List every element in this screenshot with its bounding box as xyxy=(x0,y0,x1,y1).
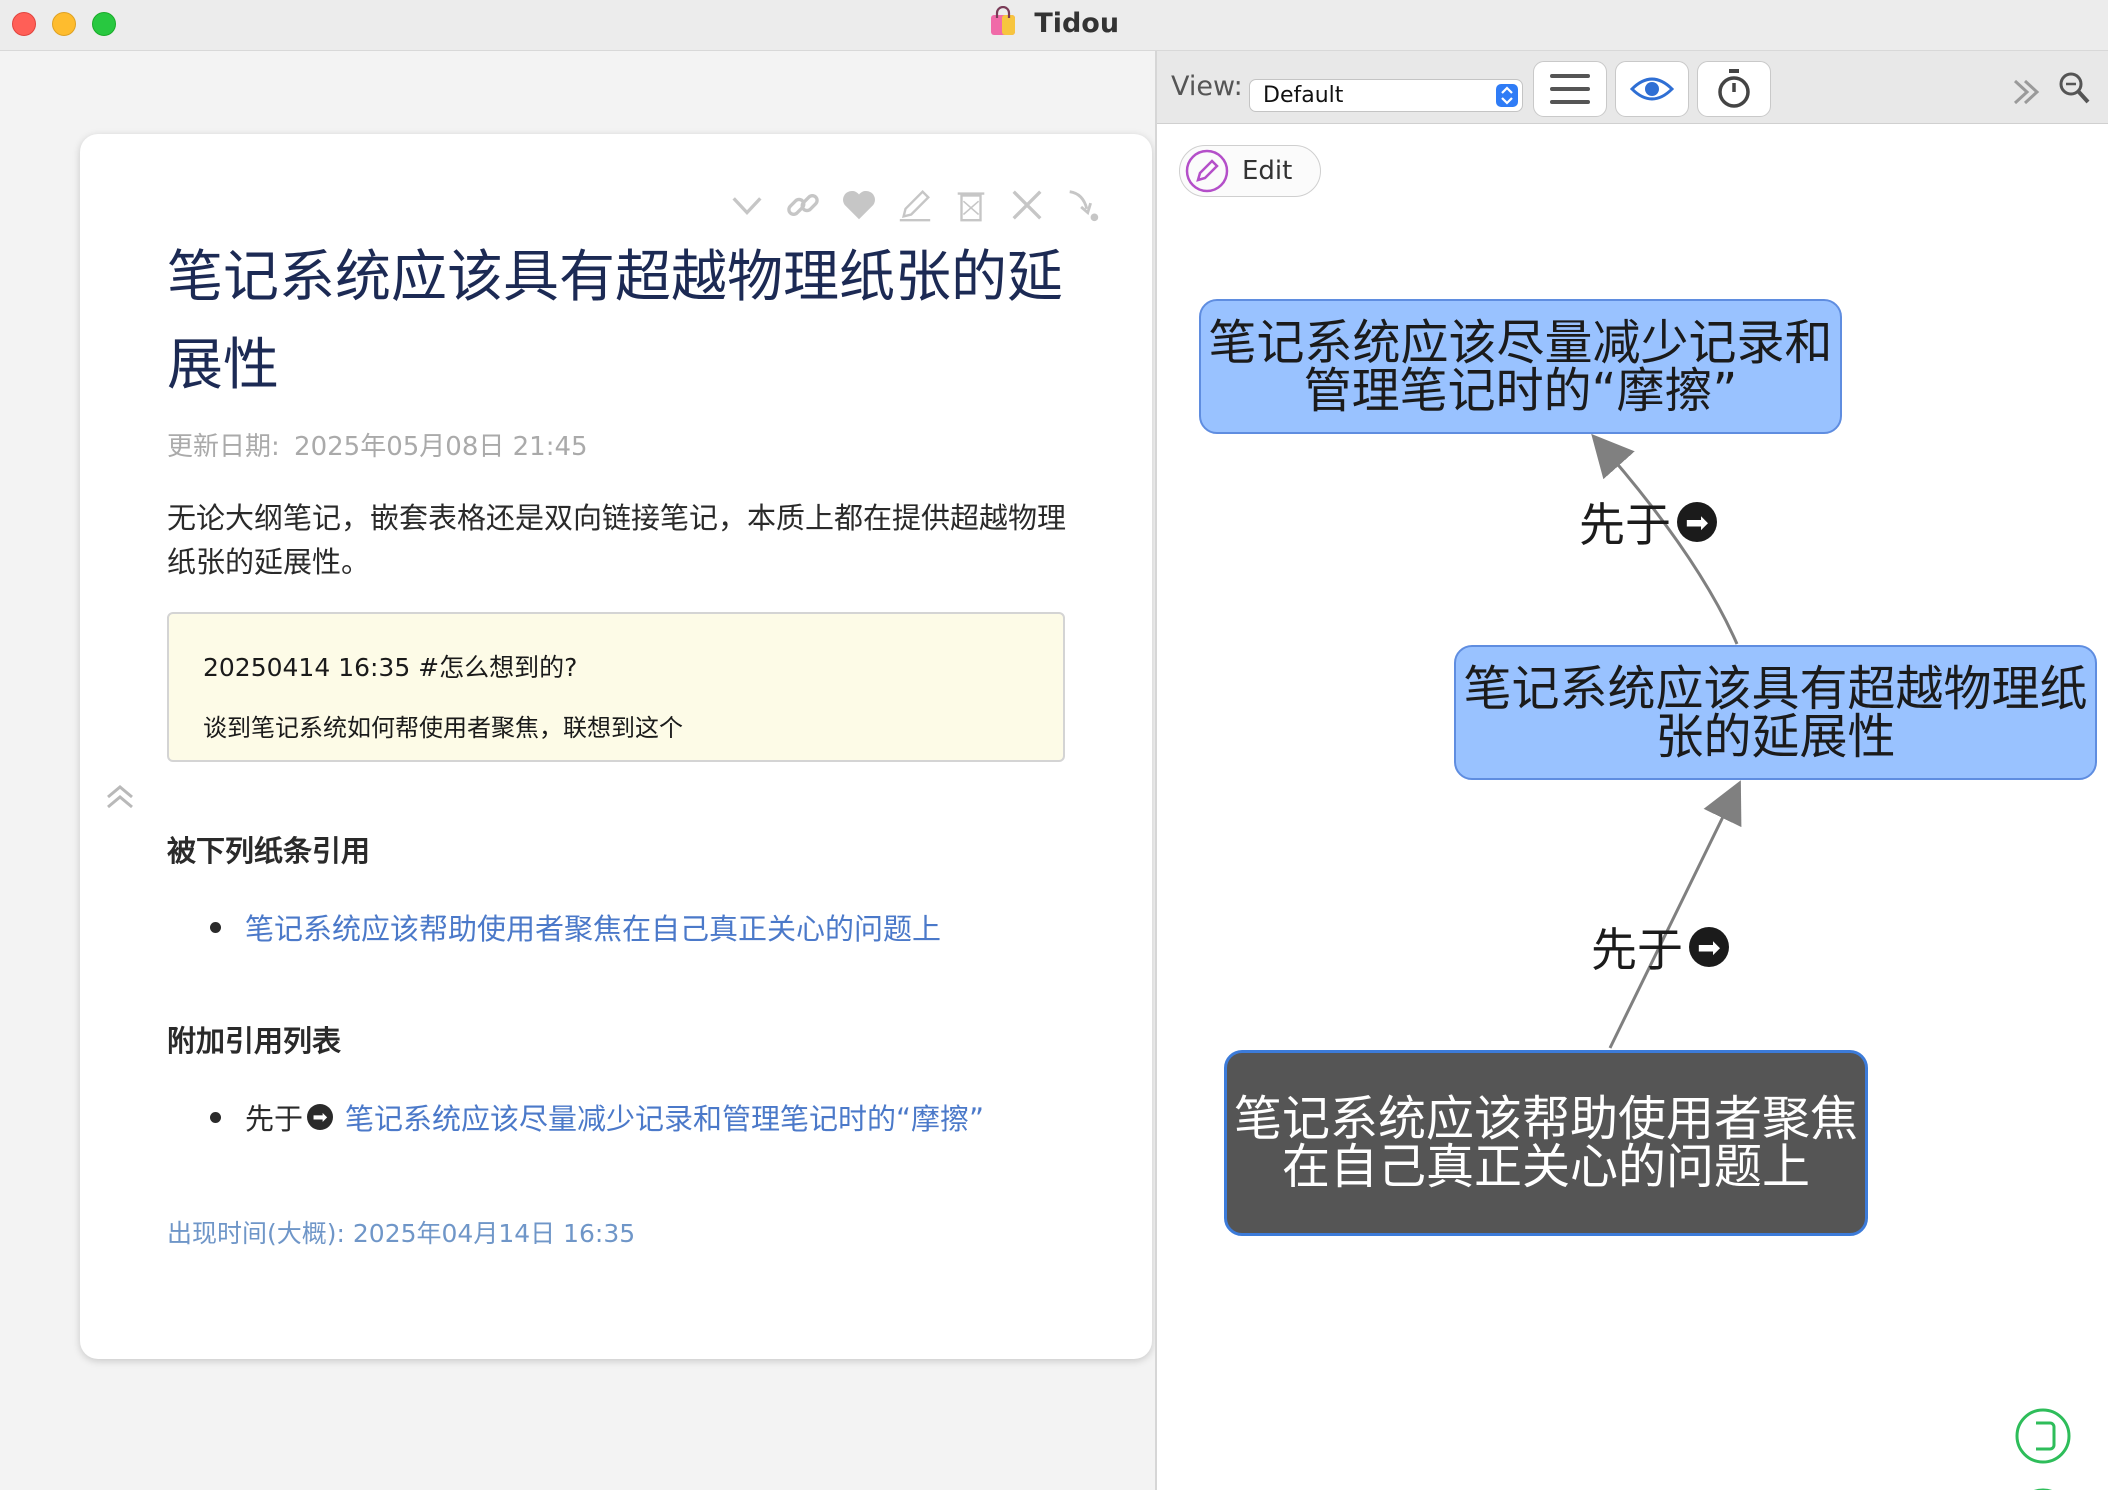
graph-node-current[interactable]: 笔记系统应该具有超越物理纸张的延展性 xyxy=(1454,645,2097,780)
view-label: View: xyxy=(1171,71,1243,102)
title-bar: Tidou xyxy=(0,0,2108,51)
updated-label: 更新日期: xyxy=(167,432,280,462)
double-chevron-up-icon[interactable] xyxy=(102,779,138,815)
graph-pane: View: Default Edit 笔记系统应该尽量减少记录和管理笔记时的“摩… xyxy=(1157,51,2108,1490)
arrow-right-circle-icon: ➡ xyxy=(1689,927,1729,967)
backlink-link[interactable]: 笔记系统应该帮助使用者聚焦在自己真正关心的问题上 xyxy=(245,906,941,948)
window-title-text: Tidou xyxy=(1034,8,1120,39)
preview-button[interactable] xyxy=(1615,61,1689,117)
note-body: 无论大纲笔记，嵌套表格还是双向链接笔记，本质上都在提供超越物理纸张的延展性。 xyxy=(167,501,1067,579)
annotation-line-1: 20250414 16:35 #怎么想到的? xyxy=(203,653,578,682)
view-select-value: Default xyxy=(1263,83,1344,108)
view-select[interactable]: Default xyxy=(1249,79,1523,112)
appeared-value: 2025年04月14日 16:35 xyxy=(352,1219,636,1248)
zoom-icon[interactable] xyxy=(2055,69,2093,107)
arrow-right-circle-icon: ➡ xyxy=(307,1104,334,1130)
list-icon xyxy=(1550,74,1590,104)
double-chevron-right-icon[interactable] xyxy=(2007,73,2045,111)
appeared-label: 出现时间(大概): xyxy=(167,1219,345,1248)
backlinks-heading: 被下列纸条引用 xyxy=(167,834,371,868)
note-toolbar xyxy=(726,184,1104,226)
trash-icon[interactable] xyxy=(950,184,992,226)
select-stepper-icon xyxy=(1496,84,1518,107)
heart-icon[interactable] xyxy=(838,184,880,226)
app-window: Tidou 笔记系统应该具有超越物理纸张的延展性 更新日期: 2025年05月0… xyxy=(0,0,2108,1490)
list-view-button[interactable] xyxy=(1533,61,1607,117)
bullet xyxy=(210,921,221,933)
updated-date: 更新日期: 2025年05月08日 21:45 xyxy=(167,426,588,463)
fit-circle-icon xyxy=(2015,1408,2071,1464)
relation-label: 先于 xyxy=(245,1102,304,1136)
graph-node[interactable]: 笔记系统应该尽量减少记录和管理笔记时的“摩擦” xyxy=(1199,299,1842,434)
eye-icon xyxy=(1630,77,1674,101)
annotation-box: 20250414 16:35 #怎么想到的? 谈到笔记系统如何帮使用者聚焦，联想… xyxy=(167,612,1065,762)
arrow-right-circle-icon: ➡ xyxy=(1677,502,1717,542)
close-icon[interactable] xyxy=(1006,184,1048,226)
list-item: 先于 ➡ 笔记系统应该尽量减少记录和管理笔记时的“摩擦” xyxy=(210,1096,984,1138)
note-title: 笔记系统应该具有超越物理纸张的延展性 xyxy=(167,245,1063,398)
edge-label: 先于 ➡ xyxy=(1591,914,1729,980)
pencil-icon[interactable] xyxy=(894,184,936,226)
extra-ref-link[interactable]: 笔记系统应该尽量减少记录和管理笔记时的“摩擦” xyxy=(345,1096,984,1138)
edge-label: 先于 ➡ xyxy=(1579,489,1717,555)
edge-label-text: 先于 xyxy=(1579,498,1671,552)
updated-value: 2025年05月08日 21:45 xyxy=(294,432,588,462)
timer-button[interactable] xyxy=(1697,61,1771,117)
note-pane: 笔记系统应该具有超越物理纸张的延展性 更新日期: 2025年05月08日 21:… xyxy=(0,51,1155,1490)
stopwatch-icon xyxy=(1718,69,1750,108)
extra-refs-heading: 附加引用列表 xyxy=(167,1024,342,1058)
note-card: 笔记系统应该具有超越物理纸张的延展性 更新日期: 2025年05月08日 21:… xyxy=(80,134,1152,1359)
bullet xyxy=(210,1111,221,1123)
edge-label-text: 先于 xyxy=(1591,923,1683,977)
relation-graph: 笔记系统应该尽量减少记录和管理笔记时的“摩擦” 笔记系统应该具有超越物理纸张的延… xyxy=(1157,123,2108,1490)
chevron-down-icon[interactable] xyxy=(726,184,768,226)
annotation-line-2: 谈到笔记系统如何帮使用者聚焦，联想到这个 xyxy=(203,714,683,742)
window-title: Tidou xyxy=(0,5,2108,39)
appeared-date: 出现时间(大概): 2025年04月14日 16:35 xyxy=(167,1214,635,1250)
list-item: 笔记系统应该帮助使用者聚焦在自己真正关心的问题上 xyxy=(210,906,941,948)
move-to-icon[interactable] xyxy=(1062,184,1104,226)
fit-view-button[interactable] xyxy=(2014,1407,2072,1465)
shopping-bag-icon xyxy=(989,5,1026,39)
graph-node[interactable]: 笔记系统应该帮助使用者聚焦在自己真正关心的问题上 xyxy=(1224,1050,1868,1236)
link-icon[interactable] xyxy=(782,184,824,226)
view-toolbar: View: Default xyxy=(1157,51,2108,124)
